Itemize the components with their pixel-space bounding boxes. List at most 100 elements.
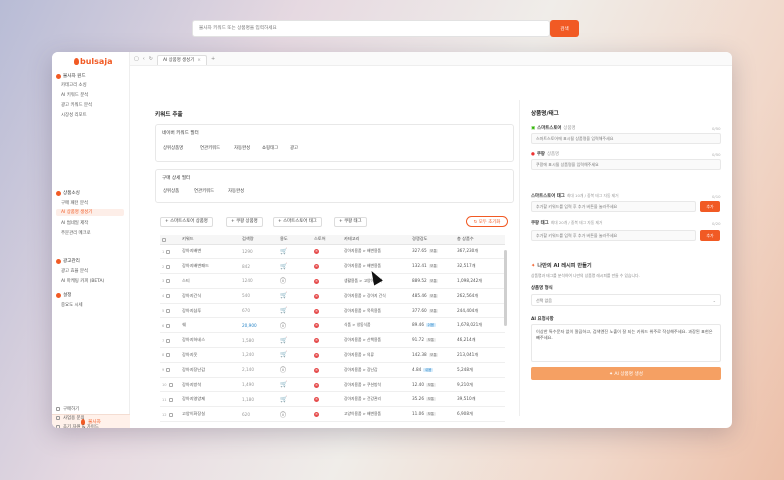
store-cell[interactable]: × [312, 406, 342, 423]
usage-cell[interactable]: 🛒 [278, 347, 312, 363]
sidebar-item[interactable]: 주문관리 메크로 [61, 230, 91, 236]
sidebar-bottom-link[interactable]: 사업용 문의 [56, 415, 85, 421]
chip-autocomplete[interactable]: 자동완성 [234, 145, 250, 151]
coupang-tag-add-button[interactable]: 추가 [700, 230, 720, 241]
cart-icon[interactable]: 🛒 [280, 307, 287, 314]
close-icon[interactable]: × [314, 397, 319, 403]
row-select[interactable]: 1 [160, 244, 180, 260]
store-cell[interactable]: × [312, 362, 342, 378]
table-row[interactable]: 5 강아지샴푸 670 🛒 × 강아지용품 > 목욕용품 377.60 보통 244,404개 [160, 303, 505, 319]
close-icon[interactable]: × [314, 249, 319, 255]
close-icon[interactable]: × [197, 56, 201, 66]
usage-cell[interactable]: ⓘ [278, 317, 312, 334]
usage-cell[interactable]: ⓘ [278, 273, 312, 289]
close-icon[interactable]: × [314, 352, 319, 358]
row-select[interactable]: 11 [160, 391, 180, 408]
search-button[interactable]: 검색 [550, 20, 579, 37]
chip-top-titles[interactable]: 상위상품명 [163, 145, 183, 151]
col-total[interactable]: 총 상품수 [455, 235, 505, 245]
col-usage[interactable]: 용도 [278, 235, 312, 245]
usage-cell[interactable]: 🛒 [278, 377, 312, 393]
refresh-icon[interactable]: ↻ [149, 56, 153, 62]
sidebar-item[interactable]: AI 마케팅 카피 (BETA) [61, 278, 104, 284]
store-cell[interactable]: × [312, 391, 342, 408]
table-row[interactable]: 11 강아지영양제 1,180 🛒 × 강아지용품 > 건강관리 35.26 보통 39,510… [160, 391, 505, 408]
new-tab-icon[interactable]: + [211, 56, 215, 62]
row-select[interactable]: 10 [160, 377, 180, 393]
sidebar-item[interactable]: AI 키워드 분석 [61, 92, 88, 98]
close-icon[interactable]: × [314, 382, 319, 388]
smartstore-title-field[interactable]: 스마트스토어에 표시될 상품명을 입력해주세요 [531, 133, 721, 144]
cart-icon[interactable]: 🛒 [280, 351, 287, 358]
col-volume[interactable]: 검색량 [240, 235, 278, 245]
cart-icon[interactable]: 🛒 [280, 396, 287, 403]
sidebar-section[interactable]: 설정 [56, 292, 71, 298]
row-select[interactable]: 7 [160, 332, 180, 349]
reset-all-button[interactable]: ↻ 모두 초기화 [466, 216, 508, 227]
add-coupang-title-button[interactable]: + 쿠팡 상품명 [226, 217, 263, 227]
usage-cell[interactable]: ⓘ [278, 362, 312, 378]
info-icon[interactable]: ⓘ [280, 278, 286, 285]
close-icon[interactable]: × [314, 293, 319, 299]
cart-icon[interactable]: 🛒 [280, 337, 287, 344]
app-logo[interactable]: bulsaja [80, 57, 112, 66]
chip-related[interactable]: 연관키워드 [200, 145, 220, 151]
row-select[interactable]: 8 [160, 347, 180, 363]
sidebar-item[interactable]: 광고 효율 분석 [61, 268, 88, 274]
table-row[interactable]: 12 고양이화장실 620 ⓘ × 고양이용품 > 배변용품 11.06 보통 6,908개 [160, 406, 505, 423]
ai-prompt-textarea[interactable]: 이상한 특수문자 없이 깔끔하고, 검색엔진 노출이 잘 되는 키워드 위주로 … [531, 324, 721, 362]
row-select[interactable]: 6 [160, 317, 180, 334]
col-store[interactable]: 스토어 [312, 235, 342, 245]
cart-icon[interactable]: 🛒 [280, 292, 287, 299]
table-row[interactable]: 2 강아지배변패드 842 🛒 × 강아지용품 > 배변용품 132.41 보통 32,517개 [160, 258, 505, 275]
sidebar-section[interactable]: 불사자 원드 [56, 73, 86, 79]
store-cell[interactable]: × [312, 317, 342, 334]
table-row[interactable]: 10 강아지방석 1,490 🛒 × 강아지용품 > 쿠션방석 12.40 보통 9,210개 [160, 377, 505, 393]
add-smartstore-title-button[interactable]: + 스마트스토어 상품명 [160, 217, 213, 227]
sidebar-section[interactable]: 상품소싱 [56, 190, 80, 196]
back-icon[interactable]: ‹ [143, 56, 145, 62]
usage-cell[interactable]: 🛒 [278, 303, 312, 319]
close-icon[interactable]: × [314, 412, 319, 418]
sidebar-item[interactable]: 카테고리 소싱 [61, 82, 87, 88]
table-row[interactable]: 8 강아지옷 1,240 🛒 × 강아지용품 > 의류 142.38 보통 213,041개 [160, 347, 505, 363]
row-select[interactable]: 2 [160, 258, 180, 275]
close-icon[interactable]: × [314, 308, 319, 314]
close-icon[interactable]: × [314, 367, 319, 373]
close-icon[interactable]: × [314, 338, 319, 344]
info-icon[interactable]: ⓘ [280, 323, 286, 330]
chip-ads[interactable]: 광고 [290, 145, 298, 151]
store-cell[interactable]: × [312, 258, 342, 275]
row-select[interactable]: 5 [160, 303, 180, 319]
smartstore-tag-add-button[interactable]: 추가 [700, 201, 720, 212]
table-row[interactable]: 7 강아지하네스 1,580 🛒 × 강아지용품 > 산책용품 91.72 보통 46,214개 [160, 332, 505, 349]
add-smartstore-tag-button[interactable]: + 스마트스토어 태그 [273, 217, 322, 227]
close-icon[interactable]: × [314, 264, 319, 270]
tab-ai-title-generator[interactable]: AI 상품명 생성기 × [156, 55, 207, 66]
store-cell[interactable]: × [312, 347, 342, 363]
col-category[interactable]: 카테고리 [342, 235, 410, 245]
add-coupang-tag-button[interactable]: + 쿠팡 태그 [334, 217, 367, 227]
store-cell[interactable]: × [312, 273, 342, 289]
col-keyword[interactable]: 키워드 [180, 235, 240, 245]
sidebar-item[interactable]: 광고 키워드 분석 [61, 102, 92, 108]
row-select[interactable]: 9 [160, 362, 180, 378]
info-icon[interactable]: ⓘ [280, 412, 286, 419]
usage-cell[interactable]: 🛒 [278, 258, 312, 275]
coupang-title-field[interactable]: 쿠팡에 표시될 상품명을 입력해주세요 [531, 159, 721, 170]
close-icon[interactable]: × [314, 323, 319, 329]
sidebar-item[interactable]: 구매 패턴 분석 [61, 200, 88, 206]
chip-related[interactable]: 연관키워드 [194, 188, 214, 194]
sidebar-item[interactable]: 시장성 리포트 [61, 112, 87, 118]
select-all-checkbox[interactable] [160, 235, 180, 245]
sidebar-bottom-link[interactable]: 초기 자원 & 가이드 [56, 424, 99, 428]
ai-generate-button[interactable]: ✦ AI 상품명 생성 [531, 367, 721, 380]
info-icon[interactable]: ⓘ [280, 367, 286, 374]
store-cell[interactable]: × [312, 288, 342, 304]
usage-cell[interactable]: 🛒 [278, 391, 312, 408]
usage-cell[interactable]: ⓘ [278, 406, 312, 423]
title-format-select[interactable]: 선택 없음 ⌄ [531, 294, 721, 306]
sidebar-item[interactable]: AI 썸네일 제작 [61, 220, 88, 226]
sidebar-toggle-icon[interactable]: ▢ [134, 56, 139, 62]
chip-autocomplete[interactable]: 자동완성 [228, 188, 244, 194]
